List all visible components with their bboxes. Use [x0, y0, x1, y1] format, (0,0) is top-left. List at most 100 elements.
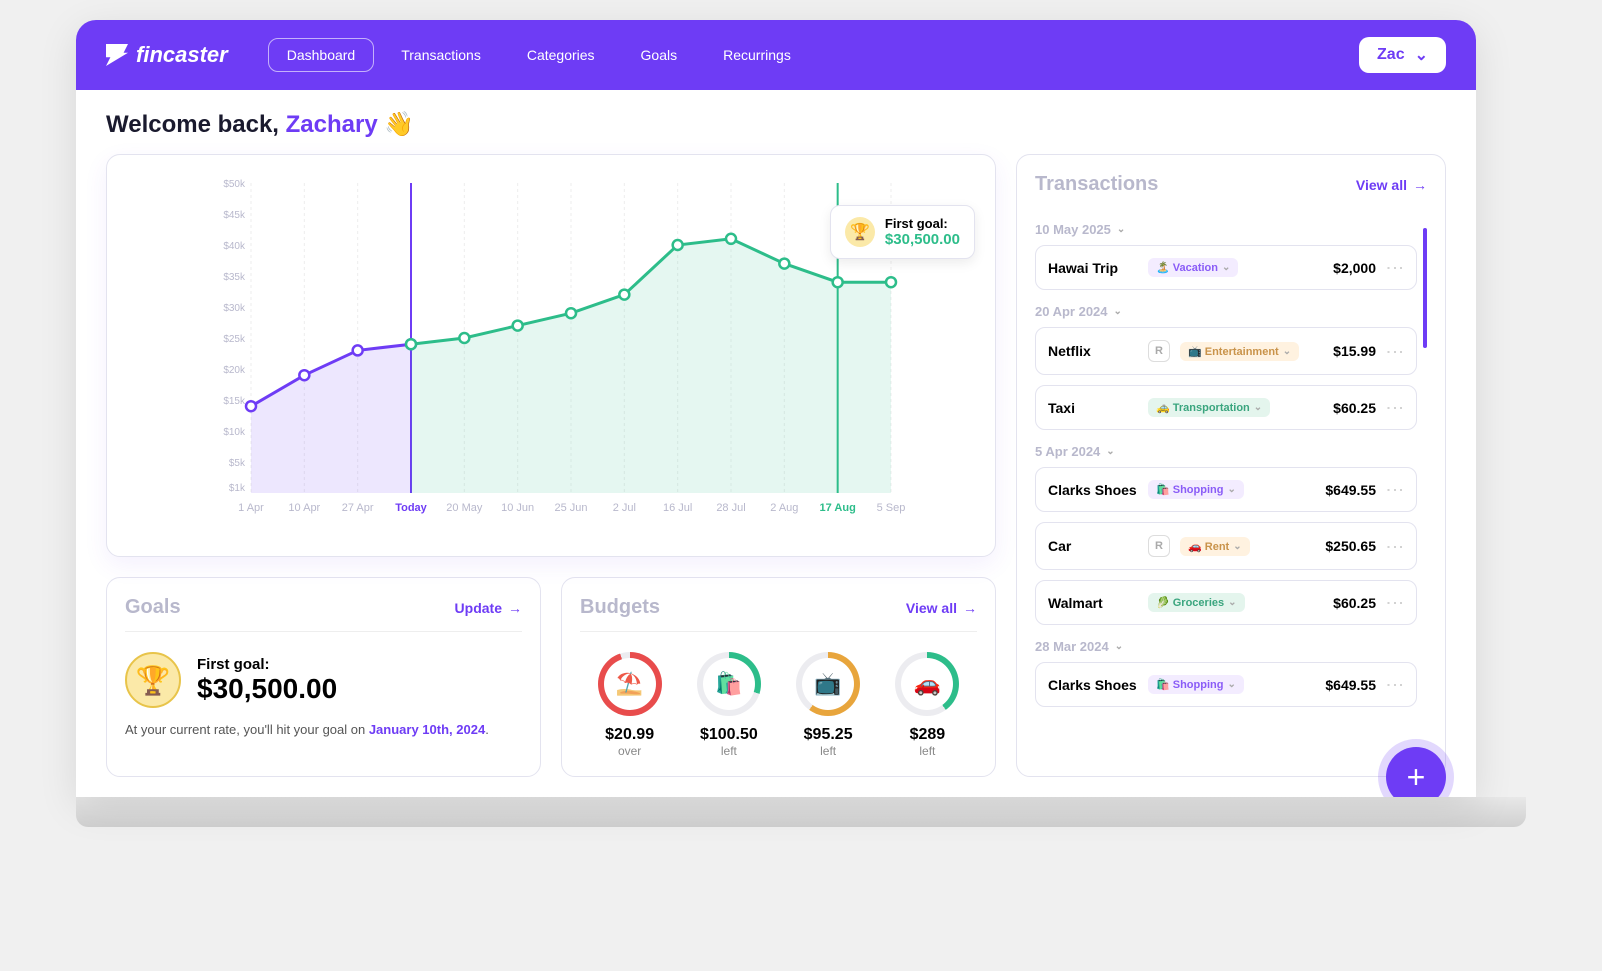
svg-text:$25k: $25k: [223, 334, 246, 345]
transaction-date-header[interactable]: 5 Apr 2024 ⌄: [1035, 444, 1417, 459]
transaction-row[interactable]: Clarks Shoes 🛍️ Shopping ⌄ $649.55 ⋮: [1035, 662, 1417, 707]
chevron-down-icon: ⌄: [1415, 45, 1428, 65]
chevron-down-icon: ⌄: [1114, 306, 1122, 317]
svg-text:$30k: $30k: [223, 303, 246, 314]
budget-item[interactable]: 📺 $95.25 left: [796, 652, 860, 758]
svg-text:2 Aug: 2 Aug: [770, 502, 798, 514]
more-icon[interactable]: ⋮: [1386, 399, 1404, 416]
budget-amount: $100.50: [697, 726, 761, 744]
svg-text:$35k: $35k: [223, 272, 246, 283]
nav-transactions[interactable]: Transactions: [382, 38, 500, 72]
budget-item[interactable]: ⛱️ $20.99 over: [598, 652, 662, 758]
chevron-down-icon: ⌄: [1228, 597, 1236, 608]
transaction-amount: $649.55: [1325, 677, 1376, 693]
transaction-row[interactable]: Car R 🚗 Rent ⌄ $250.65 ⋮: [1035, 522, 1417, 570]
budget-emoji-icon: 🚗: [901, 658, 953, 710]
trophy-icon: 🏆: [845, 217, 875, 247]
svg-text:27 Apr: 27 Apr: [342, 502, 374, 514]
goals-update-button[interactable]: Update →: [455, 600, 522, 616]
more-icon[interactable]: ⋮: [1386, 343, 1404, 360]
transaction-amount: $15.99: [1333, 343, 1376, 359]
goal-popup-title: First goal:: [885, 216, 960, 231]
category-tag[interactable]: 🏝️ Vacation ⌄: [1148, 258, 1238, 277]
svg-text:$40k: $40k: [223, 241, 246, 252]
transactions-viewall-button[interactable]: View all →: [1356, 177, 1427, 193]
transaction-row[interactable]: Clarks Shoes 🛍️ Shopping ⌄ $649.55 ⋮: [1035, 467, 1417, 512]
svg-text:$1k: $1k: [229, 483, 246, 494]
transaction-amount: $250.65: [1325, 538, 1376, 554]
budget-item[interactable]: 🛍️ $100.50 left: [697, 652, 761, 758]
budgets-viewall-button[interactable]: View all →: [906, 600, 977, 616]
trophy-icon: 🏆: [125, 652, 181, 708]
logo-icon: [106, 44, 128, 66]
svg-text:10 Apr: 10 Apr: [288, 502, 320, 514]
recurring-badge: R: [1148, 535, 1170, 557]
user-menu-button[interactable]: Zac ⌄: [1359, 37, 1446, 73]
arrow-right-icon: →: [963, 600, 977, 616]
category-tag[interactable]: 🚗 Rent ⌄: [1180, 537, 1250, 556]
arrow-right-icon: →: [508, 600, 522, 616]
budget-emoji-icon: 📺: [802, 658, 854, 710]
svg-text:2 Jul: 2 Jul: [613, 502, 636, 514]
svg-text:17 Aug: 17 Aug: [820, 502, 856, 514]
nav-dashboard[interactable]: Dashboard: [268, 38, 375, 72]
svg-text:5 Sep: 5 Sep: [877, 502, 906, 514]
transaction-name: Hawai Trip: [1048, 260, 1138, 276]
category-tag[interactable]: 🛍️ Shopping ⌄: [1148, 480, 1244, 499]
goal-note-date: January 10th, 2024: [369, 722, 485, 737]
category-tag[interactable]: 🛍️ Shopping ⌄: [1148, 675, 1244, 694]
goal-label: First goal:: [197, 656, 337, 673]
arrow-right-icon: →: [1413, 177, 1427, 193]
welcome-prefix: Welcome back,: [106, 111, 286, 138]
budget-status: left: [697, 744, 761, 758]
svg-text:28 Jul: 28 Jul: [716, 502, 745, 514]
transaction-row[interactable]: Walmart 🥬 Groceries ⌄ $60.25 ⋮: [1035, 580, 1417, 625]
budget-amount: $95.25: [796, 726, 860, 744]
chevron-down-icon: ⌄: [1115, 641, 1123, 652]
scrollbar-thumb[interactable]: [1423, 228, 1427, 348]
goal-popup: 🏆 First goal: $30,500.00: [830, 205, 975, 259]
svg-text:16 Jul: 16 Jul: [663, 502, 692, 514]
svg-text:1 Apr: 1 Apr: [238, 502, 264, 514]
transaction-row[interactable]: Hawai Trip 🏝️ Vacation ⌄ $2,000 ⋮: [1035, 245, 1417, 290]
transactions-card: Transactions View all → 10 May 2025 ⌄ Haw…: [1016, 154, 1446, 777]
budget-status: left: [796, 744, 860, 758]
svg-text:25 Jun: 25 Jun: [554, 502, 587, 514]
welcome-heading: Welcome back, Zachary 👋: [106, 110, 1446, 139]
more-icon[interactable]: ⋮: [1386, 676, 1404, 693]
nav-recurrings[interactable]: Recurrings: [704, 38, 810, 72]
svg-text:10 Jun: 10 Jun: [501, 502, 534, 514]
transaction-date-header[interactable]: 10 May 2025 ⌄: [1035, 222, 1417, 237]
more-icon[interactable]: ⋮: [1386, 481, 1404, 498]
budget-item[interactable]: 🚗 $289 left: [895, 652, 959, 758]
category-tag[interactable]: 🚕 Transportation ⌄: [1148, 398, 1270, 417]
budget-amount: $20.99: [598, 726, 662, 744]
goal-note: At your current rate, you'll hit your go…: [125, 722, 522, 737]
svg-text:20 May: 20 May: [446, 502, 483, 514]
nav-goals[interactable]: Goals: [622, 38, 697, 72]
budget-emoji-icon: ⛱️: [604, 658, 656, 710]
goal-note-suffix: .: [485, 722, 489, 737]
transaction-date-header[interactable]: 20 Apr 2024 ⌄: [1035, 304, 1417, 319]
svg-text:$5k: $5k: [229, 458, 246, 469]
user-short: Zac: [1377, 46, 1405, 64]
logo[interactable]: fincaster: [106, 42, 228, 68]
more-icon[interactable]: ⋮: [1386, 259, 1404, 276]
budget-status: left: [895, 744, 959, 758]
transactions-title: Transactions: [1035, 173, 1158, 196]
transaction-amount: $649.55: [1325, 482, 1376, 498]
topbar: fincaster DashboardTransactionsCategorie…: [76, 20, 1476, 90]
goal-note-prefix: At your current rate, you'll hit your go…: [125, 722, 369, 737]
more-icon[interactable]: ⋮: [1386, 538, 1404, 555]
transaction-row[interactable]: Netflix R 📺 Entertainment ⌄ $15.99 ⋮: [1035, 327, 1417, 375]
svg-text:$45k: $45k: [223, 210, 246, 221]
category-tag[interactable]: 📺 Entertainment ⌄: [1180, 342, 1299, 361]
svg-text:Today: Today: [395, 502, 427, 514]
more-icon[interactable]: ⋮: [1386, 594, 1404, 611]
nav-categories[interactable]: Categories: [508, 38, 614, 72]
category-tag[interactable]: 🥬 Groceries ⌄: [1148, 593, 1245, 612]
transaction-date-header[interactable]: 28 Mar 2024 ⌄: [1035, 639, 1417, 654]
goal-popup-amount: $30,500.00: [885, 231, 960, 248]
transaction-row[interactable]: Taxi 🚕 Transportation ⌄ $60.25 ⋮: [1035, 385, 1417, 430]
transaction-name: Clarks Shoes: [1048, 677, 1138, 693]
